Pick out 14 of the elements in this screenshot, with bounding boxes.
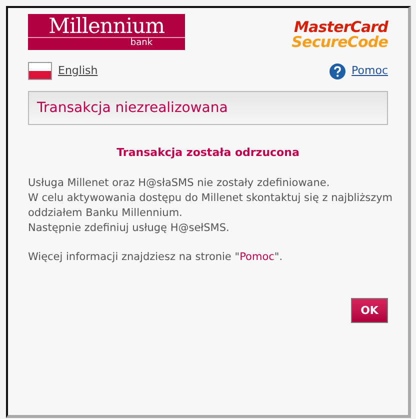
help-link[interactable]: Pomoc [352,62,388,80]
help-icon [328,62,346,80]
ok-button[interactable]: OK [351,298,388,324]
help-text-link[interactable]: Pomoc [240,250,274,262]
message-text: Usługa Millenet oraz H@słaSMS nie zostały zdefiniowane. [28,176,331,190]
message-text: W celu aktywowania dostępu do Millenet skontaktuj się z najbliższym oddziałem Banku Millennium. [28,190,393,220]
header-title: Transakcja niezrealizowana [37,98,228,118]
message-text: Następnie zdefiniuj usługę H@sełSMS. [28,220,230,236]
language-link[interactable]: English [58,62,98,80]
bank-logo: Millennium bank [28,14,185,50]
message-title: Transakcja została odrzucona [116,145,300,161]
securecode-logo: MasterCard SecureCode [292,17,388,50]
more-info-text: Więcej informacji znajdziesz na stronie "Pomoc". [28,250,284,264]
flag-icon [28,62,52,80]
